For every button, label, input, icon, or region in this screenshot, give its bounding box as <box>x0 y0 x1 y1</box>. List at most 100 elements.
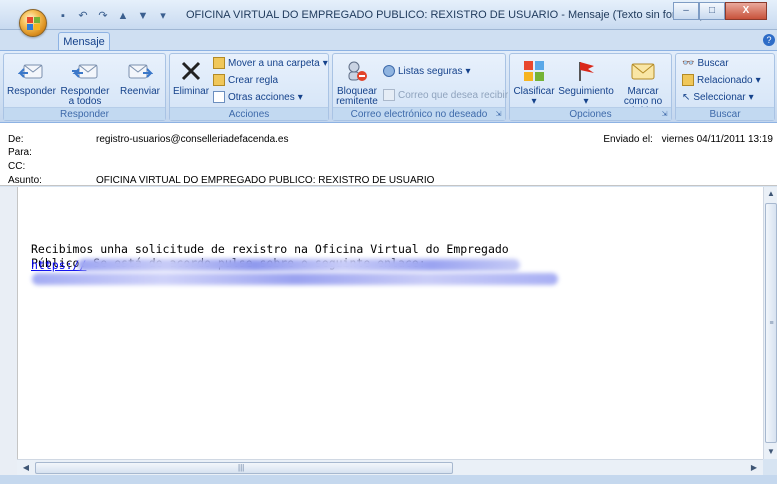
scroll-grip-icon: ≡ <box>769 320 774 327</box>
delete-button[interactable]: Eliminar <box>172 57 210 97</box>
dialog-launcher-icon[interactable]: ⇲ <box>660 110 669 119</box>
categorize-button[interactable]: Clasificar ▾ <box>512 57 556 107</box>
safe-lists-icon <box>383 65 395 77</box>
group-label-acciones: Acciones <box>170 107 328 120</box>
scroll-up-icon[interactable]: ▲ <box>765 187 777 201</box>
customize-qat-icon[interactable]: ▾ <box>156 9 170 23</box>
move-folder-icon <box>213 57 225 69</box>
tab-row: Mensaje ? <box>0 30 777 51</box>
quick-access-toolbar: ▪ ↶ ↷ ▲ ▼ ▾ <box>56 8 170 24</box>
tab-mensaje[interactable]: Mensaje <box>58 32 110 51</box>
group-acciones: Eliminar Mover a una carpeta ▾ Crear regl… <box>169 53 329 121</box>
reply-all-icon <box>69 57 101 85</box>
dropdown-arrow-icon: ▾ <box>755 74 761 86</box>
follow-up-button[interactable]: Seguimiento ▾ <box>558 57 614 107</box>
maximize-button[interactable]: □ <box>699 2 725 20</box>
message-headers: De: registro-usuarios@conselleriadefacen… <box>0 123 777 186</box>
sent-value: viernes 04/11/2011 13:19 <box>661 134 773 145</box>
subject-value: OFICINA VIRTUAL DO EMPREGADO PUBLICO: RE… <box>96 175 435 186</box>
not-junk-button[interactable]: Correo que desea recibir <box>383 88 508 102</box>
block-sender-button[interactable]: Bloquear remitente <box>335 57 379 107</box>
safe-lists-label: Listas seguras <box>398 65 463 77</box>
delete-icon <box>175 57 207 85</box>
dropdown-arrow-icon: ▾ <box>465 65 471 77</box>
group-label-correo-no-deseado: Correo electrónico no deseado <box>333 107 505 120</box>
move-to-folder-button[interactable]: Mover a una carpeta ▾ <box>213 56 328 70</box>
redo-icon[interactable]: ↷ <box>96 9 110 23</box>
reply-button[interactable]: Responder <box>7 57 56 97</box>
safe-lists-button[interactable]: Listas seguras ▾ <box>383 64 471 78</box>
dropdown-arrow-icon: ▾ <box>322 57 328 69</box>
create-rule-label: Crear regla <box>228 74 279 86</box>
group-correo-no-deseado: Bloquear remitente Listas seguras ▾ Corre… <box>332 53 508 121</box>
dialog-launcher-icon[interactable]: ⇲ <box>494 110 503 119</box>
reply-icon <box>15 57 47 85</box>
from-label: De: <box>8 134 24 145</box>
forward-button[interactable]: Reenviar <box>116 57 164 97</box>
undo-icon[interactable]: ↶ <box>76 9 90 23</box>
message-body[interactable]: Recibimos unha solicitude de rexistro na… <box>17 187 763 459</box>
dropdown-arrow-icon: ▾ <box>531 96 537 107</box>
select-label: Seleccionar <box>693 91 746 103</box>
minimize-button[interactable]: – <box>673 2 699 20</box>
left-gutter <box>0 187 17 484</box>
select-button[interactable]: ↖ Seleccionar ▾ <box>682 90 754 104</box>
block-sender-icon <box>341 57 373 85</box>
envelope-icon <box>627 57 659 85</box>
subject-row: Asunto: OFICINA VIRTUAL DO EMPREGADO PUB… <box>8 175 608 187</box>
related-button[interactable]: Relacionado ▾ <box>682 73 761 87</box>
other-actions-label: Otras acciones <box>228 91 295 103</box>
scroll-left-icon[interactable]: ◀ <box>19 461 33 475</box>
group-responder: Responder Responder a todos Reenviar Res… <box>3 53 166 121</box>
group-opciones: Clasificar ▾ Seguimiento ▾ Marcar como no … <box>509 53 672 121</box>
scroll-down-icon[interactable]: ▼ <box>765 445 777 459</box>
from-row: De: registro-usuarios@conselleriadefacen… <box>8 134 608 146</box>
categorize-icon <box>518 57 550 85</box>
close-button[interactable]: X <box>725 2 767 20</box>
scrollbar-corner <box>763 459 777 475</box>
horizontal-scrollbar[interactable]: ◀ ||| ▶ <box>17 459 763 475</box>
window-controls: – □ X <box>673 2 767 20</box>
not-junk-label: Correo que desea recibir <box>398 89 509 101</box>
reply-all-button[interactable]: Responder a todos <box>57 57 113 107</box>
vertical-scrollbar[interactable]: ▲ ≡ ▼ <box>763 187 777 459</box>
related-label: Relacionado <box>697 74 753 86</box>
find-button[interactable]: 👓 Buscar <box>682 56 729 70</box>
binoculars-icon: 👓 <box>682 57 695 69</box>
title-bar: ▪ ↶ ↷ ▲ ▼ ▾ OFICINA VIRTUAL DO EMPREGADO… <box>0 0 777 30</box>
group-buscar: 👓 Buscar Relacionado ▾ ↖ Seleccionar ▾ Bus… <box>675 53 775 121</box>
window-bottom-border <box>0 475 777 484</box>
help-icon[interactable]: ? <box>763 34 775 46</box>
delete-label: Eliminar <box>172 86 210 97</box>
find-label: Buscar <box>697 57 729 69</box>
ribbon: Responder Responder a todos Reenviar Res… <box>0 50 777 123</box>
flag-icon <box>570 57 602 85</box>
group-label-opciones: Opciones <box>510 107 671 120</box>
from-value[interactable]: registro-usuarios@conselleriadefacenda.e… <box>96 134 288 146</box>
forward-label: Reenviar <box>119 86 161 97</box>
vertical-scroll-thumb[interactable]: ≡ <box>765 203 777 443</box>
redacted-link-line-2 <box>32 273 558 285</box>
group-label-responder: Responder <box>4 107 165 120</box>
office-button[interactable] <box>19 9 47 37</box>
other-actions-icon <box>213 91 225 103</box>
create-rule-button[interactable]: Crear regla <box>213 73 278 87</box>
scroll-right-icon[interactable]: ▶ <box>747 461 761 475</box>
move-folder-label: Mover a una carpeta <box>228 57 320 69</box>
related-icon <box>682 74 694 86</box>
horizontal-scroll-thumb[interactable]: ||| <box>35 462 453 474</box>
next-item-icon[interactable]: ▼ <box>136 9 150 23</box>
rule-icon <box>213 74 225 86</box>
other-actions-button[interactable]: Otras acciones ▾ <box>213 90 303 104</box>
dropdown-arrow-icon: ▾ <box>583 96 589 107</box>
cursor-icon: ↖ <box>682 91 691 103</box>
forward-icon <box>124 57 156 85</box>
dropdown-arrow-icon: ▾ <box>297 91 303 103</box>
scroll-grip-icon: ||| <box>238 463 245 472</box>
office-logo-icon <box>27 17 40 30</box>
junk-group-label-text: Correo electrónico no deseado <box>350 109 488 120</box>
reply-label: Responder <box>7 86 56 97</box>
previous-item-icon[interactable]: ▲ <box>116 9 130 23</box>
group-label-buscar: Buscar <box>676 107 774 120</box>
save-icon[interactable]: ▪ <box>56 9 70 23</box>
